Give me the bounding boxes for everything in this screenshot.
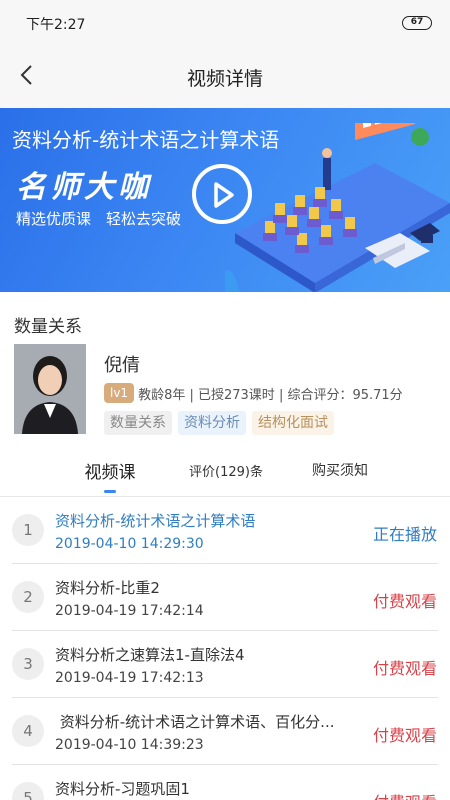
- teacher-avatar[interactable]: [14, 344, 86, 434]
- teacher-name: 倪倩: [104, 355, 140, 376]
- teacher-tags: 数量关系 资料分析 结构化面试: [104, 411, 334, 435]
- lesson-number: 1: [12, 514, 44, 546]
- active-tab-indicator: [104, 490, 116, 493]
- lesson-status[interactable]: 付费观看: [373, 588, 437, 612]
- banner-title: 资料分析-统计术语之计算术语: [12, 128, 280, 152]
- lesson-time: 2019-04-10 14:39:23: [55, 737, 204, 753]
- lesson-list: 1 资料分析-统计术语之计算术语 2019-04-10 14:29:30 正在播…: [0, 497, 450, 800]
- tab-reviews[interactable]: 评价(129)条: [186, 461, 266, 480]
- lesson-number: 4: [12, 715, 44, 747]
- tag-structured-interview[interactable]: 结构化面试: [252, 411, 334, 435]
- lesson-title: 资料分析-统计术语之计算术语、百化分...: [55, 713, 335, 731]
- level-badge: lv1: [104, 383, 135, 403]
- status-time: 下午2:27: [26, 17, 86, 33]
- lesson-item[interactable]: 2 资料分析-比重2 2019-04-19 17:42:14 付费观看: [0, 564, 450, 631]
- lesson-time: 2019-04-19 17:42:14: [55, 603, 204, 619]
- lesson-item[interactable]: 3 资料分析之速算法1-直除法4 2019-04-19 17:42:13 付费观…: [0, 631, 450, 698]
- lesson-status[interactable]: 正在播放: [373, 521, 437, 545]
- lesson-status[interactable]: 付费观看: [373, 655, 437, 679]
- tag-data-analysis[interactable]: 资料分析: [178, 411, 246, 435]
- tab-video-course[interactable]: 视频课: [76, 458, 144, 483]
- lesson-status[interactable]: 付费观看: [373, 722, 437, 746]
- teacher-stats: 教龄8年 | 已授273课时 | 综合评分：95.71分: [138, 387, 403, 403]
- lesson-number: 3: [12, 648, 44, 680]
- lesson-title: 资料分析-比重2: [55, 579, 160, 597]
- video-banner[interactable]: 资料分析-统计术语之计算术语 名师大咖 精选优质课 轻松去突破: [0, 108, 450, 292]
- lesson-number: 2: [12, 581, 44, 613]
- lesson-time: 2019-04-10 14:29:30: [55, 536, 204, 552]
- status-bar: 下午2:27 67: [0, 0, 450, 44]
- banner-subtitle: 精选优质课 轻松去突破: [16, 210, 182, 228]
- play-icon: [214, 182, 234, 208]
- lesson-item[interactable]: 5 资料分析-习题巩固1 付费观看: [0, 765, 450, 800]
- lesson-time: 2019-04-19 17:42:13: [55, 670, 204, 686]
- teacher-meta: lv1 教龄8年 | 已授273课时 | 综合评分：95.71分: [104, 382, 403, 404]
- lesson-title: 资料分析之速算法1-直除法4: [55, 646, 245, 664]
- teacher-photo: [14, 344, 86, 434]
- nav-bar: 视频详情: [0, 44, 450, 108]
- battery-icon: 67: [402, 16, 432, 30]
- lesson-number: 5: [12, 782, 44, 800]
- tag-quantity-relation[interactable]: 数量关系: [104, 411, 172, 435]
- detail-tabs: 视频课 评价(129)条 购买须知: [0, 448, 450, 496]
- tab-purchase-notes[interactable]: 购买须知: [300, 460, 380, 480]
- lesson-item[interactable]: 4 资料分析-统计术语之计算术语、百化分... 2019-04-10 14:39…: [0, 698, 450, 765]
- page-title: 视频详情: [186, 68, 263, 90]
- course-category-heading: 数量关系: [14, 317, 82, 337]
- lesson-title: 资料分析-统计术语之计算术语: [55, 512, 256, 530]
- lesson-status[interactable]: 付费观看: [373, 789, 437, 800]
- lesson-item[interactable]: 1 资料分析-统计术语之计算术语 2019-04-10 14:29:30 正在播…: [0, 497, 450, 564]
- lesson-title: 资料分析-习题巩固1: [55, 780, 190, 798]
- play-button[interactable]: [192, 164, 252, 224]
- banner-headline: 名师大咖: [16, 170, 152, 205]
